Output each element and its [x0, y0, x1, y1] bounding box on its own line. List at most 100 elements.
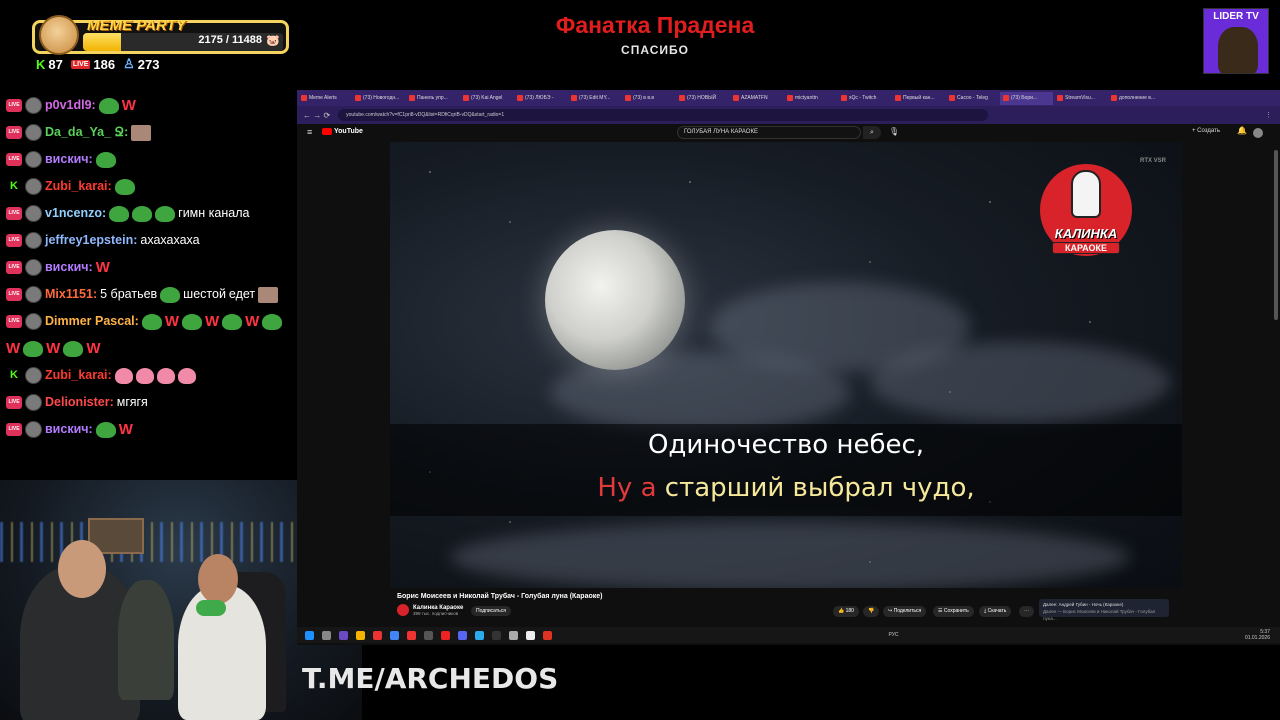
menu-icon[interactable]: ≡: [307, 127, 312, 137]
create-button[interactable]: + Создать: [1192, 128, 1220, 134]
nav-buttons-icon[interactable]: ← → ⟳: [303, 111, 330, 120]
browser-tab[interactable]: (73) в в.в: [622, 92, 675, 105]
channel-name[interactable]: Калинка Караоке: [413, 605, 463, 611]
next-video[interactable]: Далее: Андрей Губин - Ночь (Караоке) Дал…: [1039, 599, 1169, 621]
chat-message: K Zubi_karai:: [6, 173, 296, 200]
subscribe-button[interactable]: Подписаться: [471, 606, 511, 616]
w-emote: W: [6, 340, 21, 357]
browser-tab[interactable]: mictyanttn: [784, 92, 837, 105]
logo-line1: КАЛИНКА: [1054, 226, 1118, 241]
pepe-emote: [63, 340, 84, 357]
clock[interactable]: 5:37 01.01.2026: [1245, 629, 1270, 641]
app-icon[interactable]: [543, 630, 552, 640]
blob-emote: [114, 367, 133, 384]
kick-icon: K: [36, 56, 46, 72]
mic-icon[interactable]: 🎙: [889, 127, 899, 136]
page-scrollbar[interactable]: [1274, 150, 1278, 320]
more-button[interactable]: ⋯: [1019, 606, 1034, 617]
browser-tab[interactable]: Панель упр...: [406, 92, 459, 105]
tab-favicon-icon: [1057, 95, 1063, 101]
browser-tab[interactable]: Meme Alerts: [298, 92, 351, 105]
w-emote: W: [118, 421, 133, 438]
tab-favicon-icon: [463, 95, 469, 101]
search-button[interactable]: ⌕: [863, 126, 881, 139]
tab-favicon-icon: [301, 95, 307, 101]
address-bar-row: ← → ⟳ youtube.com/watch?v=fC1pri8-vDQ&li…: [297, 106, 1280, 124]
app-icon[interactable]: [407, 630, 416, 640]
chat-username: p0v1dl9:: [45, 98, 96, 112]
lyric-line-1: Одиночество небес,: [647, 430, 925, 460]
save-button[interactable]: ☰ Сохранить: [933, 606, 974, 617]
viewer-stats: K 87 LIVE 186 ♙ 273: [36, 56, 159, 72]
browser-tab[interactable]: (73) Новогодн...: [352, 92, 405, 105]
settings-icon[interactable]: [509, 630, 518, 640]
app-icon[interactable]: [339, 630, 348, 640]
w-emote: W: [164, 313, 179, 330]
share-button[interactable]: ↪ Поделиться: [883, 606, 927, 617]
browser-tab[interactable]: (73) Edit MY...: [568, 92, 621, 105]
account-avatar[interactable]: [1253, 128, 1263, 138]
chat-message: LIVE Delionister: мгягя: [6, 389, 296, 416]
youtube-count: 186: [93, 56, 116, 72]
telegram-watermark: T.ME/ARCHEDOS: [302, 662, 559, 695]
chat-message: LIVE Mix1151: 5 братьев шестой едет: [6, 281, 296, 308]
app-icon[interactable]: [526, 630, 535, 640]
browser-window: Meme Alerts (73) Новогодн... Панель упр...…: [297, 90, 1280, 645]
tab-label: (73) в в.в: [633, 95, 655, 101]
browser-tab[interactable]: Первый кан...: [892, 92, 945, 105]
browser-icon[interactable]: [390, 630, 399, 640]
browser-tab[interactable]: (73) Бори...: [1000, 91, 1053, 105]
search-input[interactable]: ГОЛУБАЯ ЛУНА КАРАОКЕ: [677, 126, 861, 139]
stream-title: Фанатка Прадена: [555, 12, 755, 38]
w-emote: W: [204, 313, 220, 330]
chat-avatar: [25, 124, 42, 141]
app-icon[interactable]: [373, 630, 382, 640]
url-field[interactable]: youtube.com/watch?v=fC1pri8-vDQ&list=RDf…: [338, 109, 989, 121]
live-badge-icon: LIVE: [6, 288, 22, 301]
lyric-line-2: Ну а старший выбрал чудо,: [390, 473, 1182, 503]
browser-tab[interactable]: (73) НОВЫЙ: [676, 92, 729, 105]
browser-tab[interactable]: AZAMATFN: [730, 92, 783, 105]
obs-icon[interactable]: [492, 630, 501, 640]
browser-tab[interactable]: StreamVisu...: [1054, 92, 1107, 105]
tab-label: mictyanttn: [795, 95, 818, 101]
browser-tab[interactable]: дополнение в...: [1108, 92, 1161, 105]
tab-favicon-icon: [1111, 95, 1117, 101]
tab-favicon-icon: [949, 95, 955, 101]
kick-badge-icon: K: [10, 180, 18, 192]
tab-favicon-icon: [787, 95, 793, 101]
explorer-icon[interactable]: [356, 630, 365, 640]
pepe-emote: [132, 205, 153, 222]
extensions-icon[interactable]: ⋮: [1265, 111, 1272, 119]
video-player[interactable]: RTX VSR КАЛИНКА КАРАОКЕ Одиночество небе…: [390, 142, 1182, 588]
live-badge-icon: LIVE: [6, 153, 22, 166]
chat-avatar: [25, 313, 42, 330]
bell-icon[interactable]: 🔔: [1237, 126, 1247, 135]
person-right-head: [198, 554, 238, 604]
browser-tab[interactable]: (73) Kai Angel: [460, 92, 513, 105]
tab-label: Панель упр...: [417, 95, 448, 101]
telegram-icon[interactable]: [475, 630, 484, 640]
search-taskbar-icon[interactable]: [322, 630, 331, 640]
dislike-button[interactable]: 👎: [863, 606, 880, 617]
next-video-sub: Далее — Борис Моисеев и Николай Трубач -…: [1043, 609, 1156, 621]
channel-avatar[interactable]: [397, 604, 409, 616]
tab-favicon-icon: [355, 95, 361, 101]
start-icon[interactable]: [305, 630, 314, 640]
kalinka-karaoke-logo: КАЛИНКА КАРАОКЕ: [1038, 164, 1134, 270]
pepe-emote: [155, 205, 176, 222]
browser-tab[interactable]: Сасоо - Teleg: [946, 92, 999, 105]
browser-tab[interactable]: (73) ЛЮБЭ -: [514, 92, 567, 105]
browser-tab[interactable]: xQc - Twitch: [838, 92, 891, 105]
channel-info: Калинка Караоке 399 тыс. подписчиков: [397, 604, 463, 616]
language-indicator[interactable]: РУС: [888, 632, 898, 638]
cloud: [450, 522, 1130, 588]
blob-emote: [177, 367, 196, 384]
steam-icon[interactable]: [424, 630, 433, 640]
discord-icon[interactable]: [458, 630, 467, 640]
like-button[interactable]: 👍 180: [833, 606, 859, 617]
download-button[interactable]: ⤓ Скачать: [979, 606, 1012, 617]
lyric-upcoming-part: старший выбрал чудо,: [656, 473, 975, 503]
youtube-taskbar-icon[interactable]: [441, 630, 450, 640]
youtube-logo[interactable]: YouTube: [322, 128, 363, 135]
